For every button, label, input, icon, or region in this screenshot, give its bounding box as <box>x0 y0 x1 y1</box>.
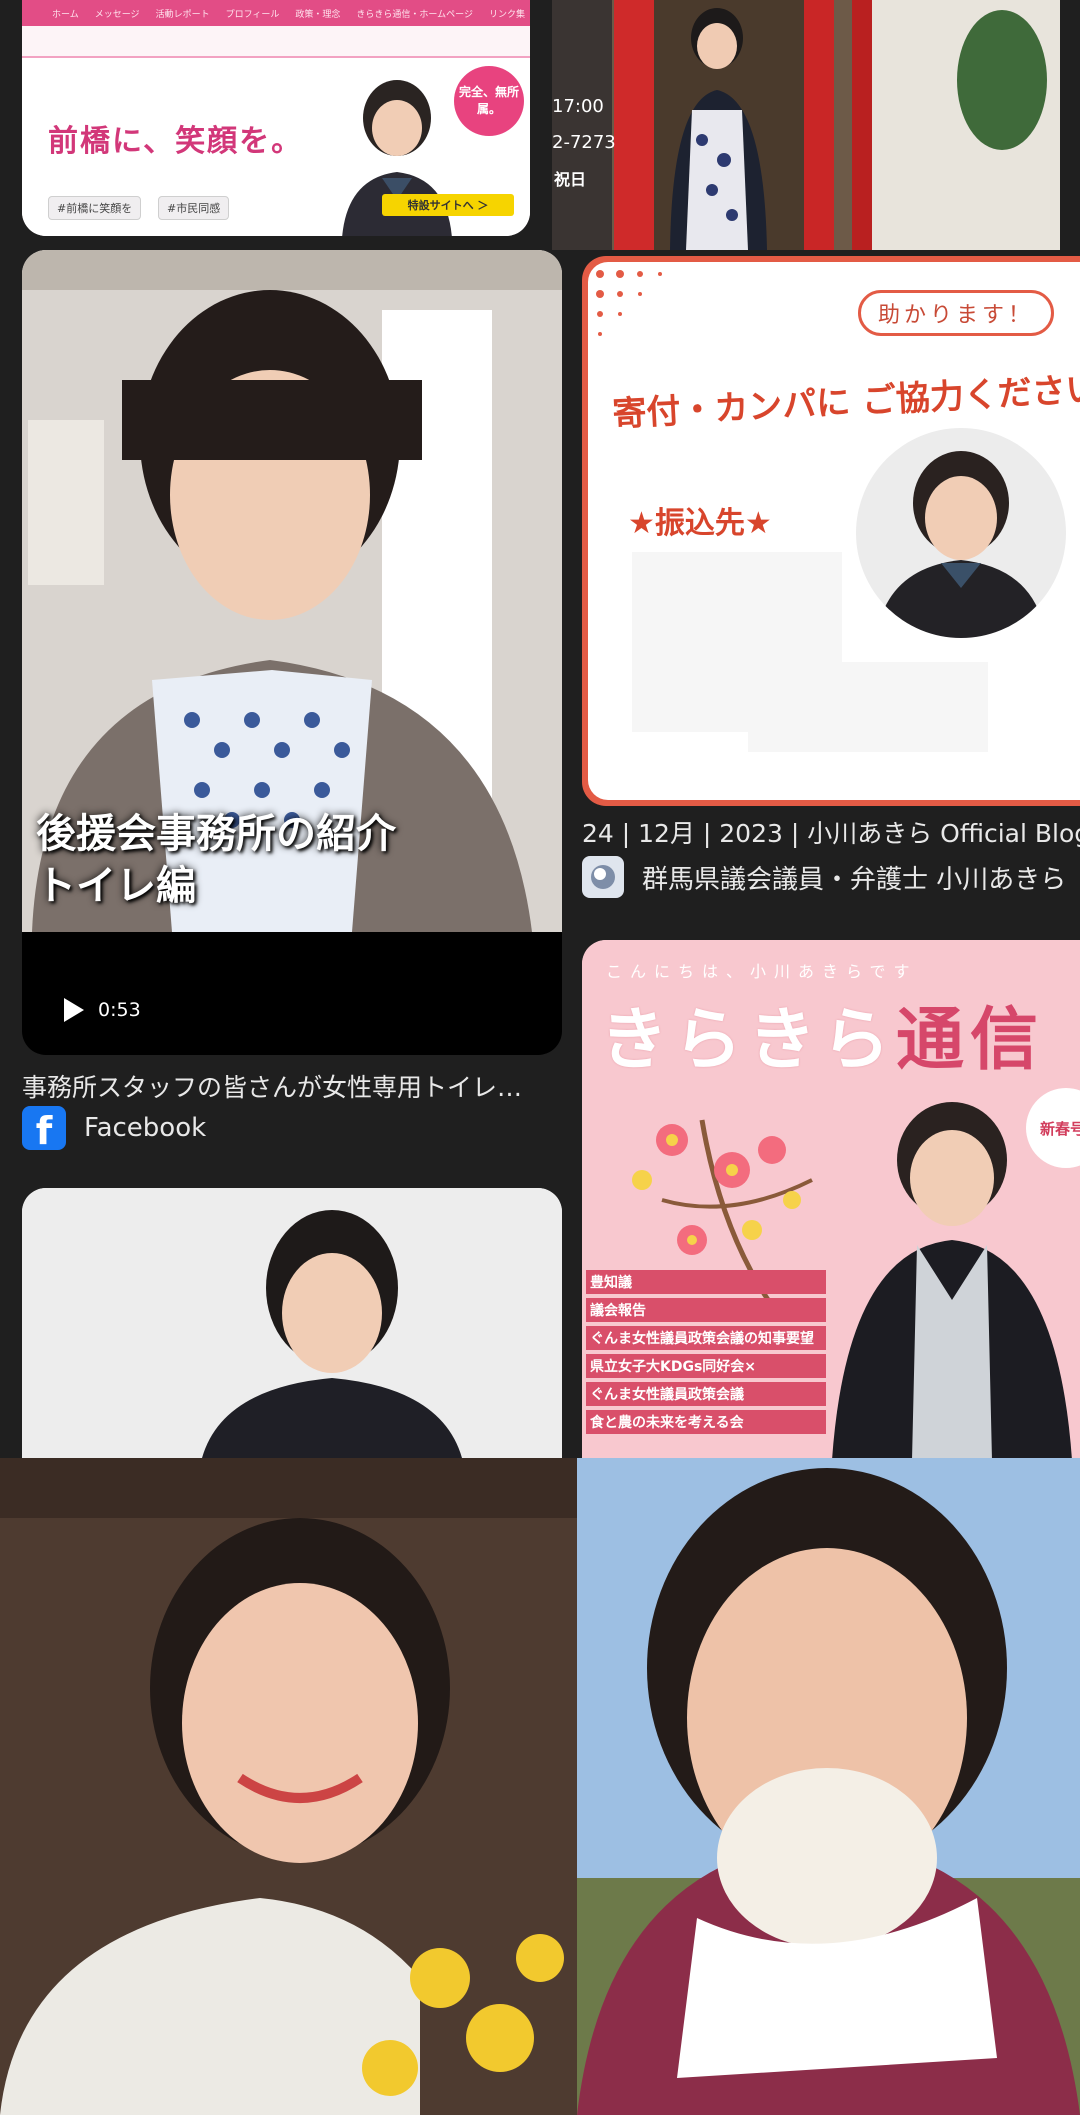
donation-headline: 寄付・カンパに ご協力ください <box>611 369 1080 435</box>
newsletter-line: ぐんま女性議員政策会議の知事要望 <box>586 1326 826 1350</box>
blog-icon <box>582 856 624 898</box>
donation-source-row[interactable]: 群馬県議会議員・弁護士 小川あきら <box>582 856 1066 898</box>
transfer-label: ★振込先★ <box>628 506 772 541</box>
video-result-title[interactable]: 事務所スタッフの皆さんが女性専用トイレ… <box>22 1068 562 1104</box>
site-nav-item: 政策・理念 <box>295 9 341 20</box>
smiling-photo <box>0 1458 577 2115</box>
site-nav-item: プロフィール <box>225 9 280 20</box>
smiling-photo-result[interactable] <box>0 1458 577 2115</box>
newsletter-result[interactable]: こんにちは、小川あきらです きらきら通信 新春号 豊知議 議会報告 ぐんま女性議… <box>582 940 1080 1460</box>
donation-result-meta[interactable]: 24 | 12月 | 2023 | 小川あきら Official Blog <box>582 814 1080 850</box>
video-result[interactable]: 後援会事務所の紹介 トイレ編 0:53 <box>22 250 562 1055</box>
door-photo <box>552 0 1060 250</box>
site-hashtag: #前橋に笑顔を <box>48 196 142 220</box>
site-hero: 前橋に、笑顔を。 #前橋に笑顔を #市民同感 完全、無所属。 特設サイトへ ＞ <box>22 56 530 236</box>
newsletter-contents: 豊知議 議会報告 ぐんま女性議員政策会議の知事要望 県立女子大KDGs同好会× … <box>586 1270 826 1438</box>
sign-time: 17:00 <box>552 96 604 117</box>
newsletter-line: 県立女子大KDGs同好会× <box>586 1354 826 1378</box>
newsletter-title-main: きらきら <box>600 1001 897 1080</box>
candidate-portrait <box>856 428 1066 638</box>
newsletter-line: 議会報告 <box>586 1298 826 1322</box>
speech-bubble: 助かります！ <box>858 290 1054 336</box>
video-caption-line: トイレ編 <box>36 863 196 909</box>
site-nav-item: きらきら通信・ホームページ <box>356 9 473 20</box>
facebook-icon: f <box>22 1106 66 1150</box>
video-caption: 後援会事務所の紹介 トイレ編 <box>36 808 396 912</box>
newsletter-greeting: こんにちは、小川あきらです <box>606 962 918 981</box>
site-nav-item: ホーム <box>52 9 79 20</box>
site-nav-item: 活動レポート <box>155 9 210 20</box>
steamed-bun-photo <box>577 1458 1080 2115</box>
door-photo-result[interactable]: 17:00 2-7273 祝日 <box>552 0 1060 250</box>
account-info-box <box>748 662 988 752</box>
special-site-button[interactable]: 特設サイトへ ＞ <box>382 194 514 216</box>
newsletter-line: 豊知議 <box>586 1270 826 1294</box>
sign-day: 祝日 <box>554 170 587 189</box>
video-duration: 0:53 <box>98 999 141 1021</box>
newsletter-line: ぐんま女性議員政策会議 <box>586 1382 826 1406</box>
independent-badge: 完全、無所属。 <box>454 66 524 136</box>
dot-pattern <box>596 270 662 336</box>
video-caption-line: 後援会事務所の紹介 <box>36 811 396 857</box>
video-controls[interactable]: 0:53 <box>64 998 141 1022</box>
newsletter-title: きらきら通信 <box>600 984 1044 1083</box>
campaign-site-result[interactable]: ホーム メッセージ 活動レポート プロフィール 政策・理念 きらきら通信・ホーム… <box>22 0 530 236</box>
source-name: 群馬県議会議員・弁護士 小川あきら <box>642 864 1067 895</box>
site-nav-item: メッセージ <box>94 9 140 20</box>
donation-result[interactable]: 助かります！ 寄付・カンパに ご協力ください ★振込先★ <box>582 256 1080 806</box>
interview-photo-result[interactable] <box>22 1188 562 1458</box>
image-results-grid: ホーム メッセージ 活動レポート プロフィール 政策・理念 きらきら通信・ホーム… <box>0 0 1080 2115</box>
play-icon[interactable] <box>64 998 84 1022</box>
source-name: Facebook <box>84 1113 207 1143</box>
site-hashtag: #市民同感 <box>158 196 230 220</box>
interview-photo <box>22 1188 562 1458</box>
site-slogan: 前橋に、笑顔を。 <box>48 124 304 159</box>
video-source-row[interactable]: f Facebook <box>22 1106 206 1150</box>
newsletter-line: 食と農の未来を考える会 <box>586 1410 826 1434</box>
sign-phone: 2-7273 <box>552 132 616 153</box>
donation-graphic: 助かります！ 寄付・カンパに ご協力ください ★振込先★ <box>588 262 1080 800</box>
site-nav-item: リンク集 <box>488 9 525 20</box>
newsletter-title-accent: 通信 <box>896 1001 1045 1080</box>
steamed-bun-photo-result[interactable] <box>577 1458 1080 2115</box>
site-nav-bar: ホーム メッセージ 活動レポート プロフィール 政策・理念 きらきら通信・ホーム… <box>22 0 530 26</box>
